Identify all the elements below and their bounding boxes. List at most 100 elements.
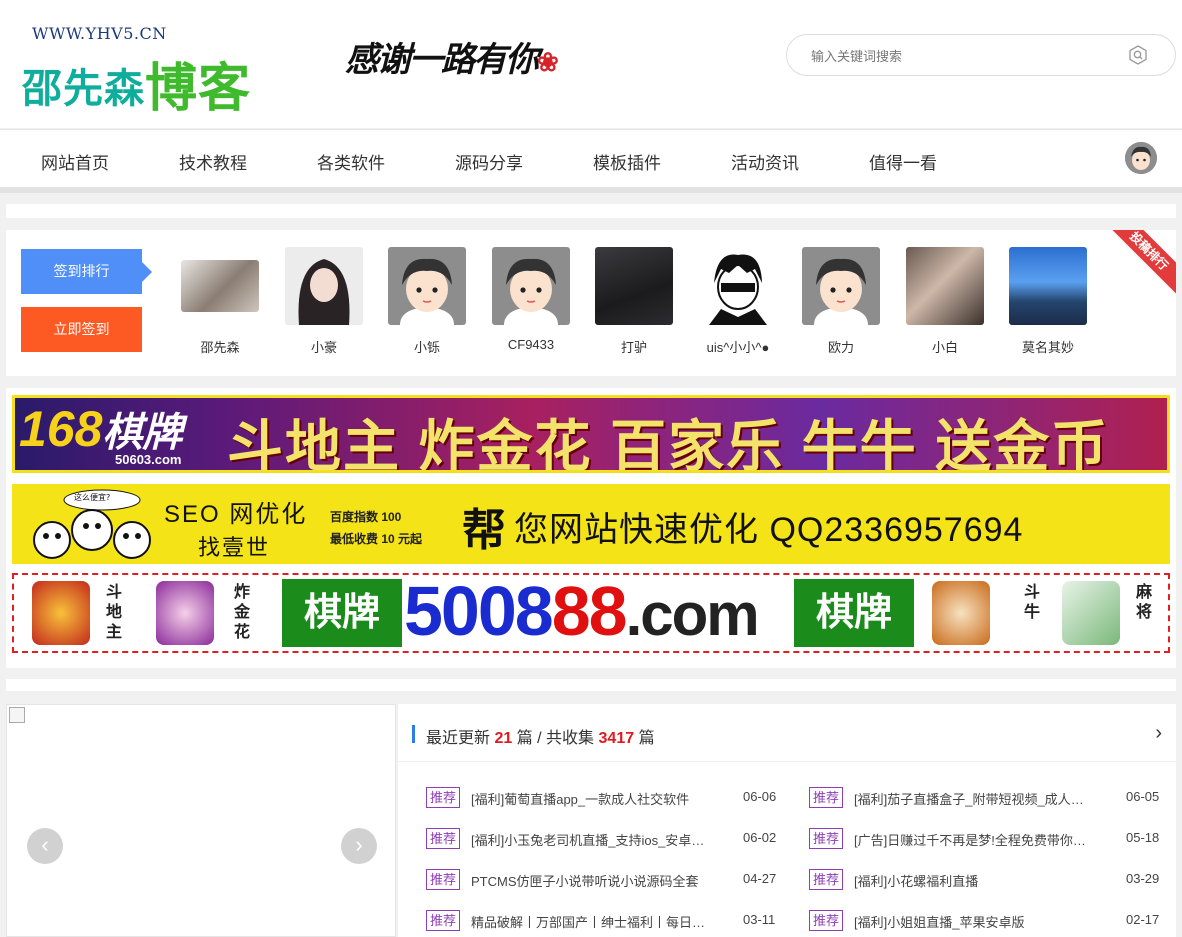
ad-banners: 168棋牌 50603.com 斗地主 炸金花 百家乐 牛牛 送金币 这么便宜?… — [6, 388, 1176, 668]
recommend-tag: 推荐 — [809, 787, 844, 808]
post-date: 06-06 — [743, 789, 777, 804]
header-slogan: 感谢一路有你❀ — [345, 32, 559, 81]
post-title[interactable]: [福利]茄子直播盒子_附带短视频_成人直播 — [854, 789, 1094, 808]
ad1-site: 50603.com — [115, 452, 182, 467]
ranked-user[interactable]: CF9433 — [492, 247, 570, 352]
post-title[interactable]: [福利]小玉兔老司机直播_支持ios_安卓双端 — [471, 830, 711, 849]
post-item[interactable]: 推荐 精品破解丨万部国产丨绅士福利丨每日更新 03-11 — [426, 910, 796, 932]
recommend-tag: 推荐 — [809, 910, 844, 931]
new-count: 21 — [494, 730, 513, 747]
niuniu-game-icon — [932, 581, 990, 645]
ad1-brand: 168棋牌 — [19, 401, 183, 457]
post-date: 05-18 — [1126, 830, 1160, 845]
recent-title: 最近更新 21 篇 / 共收集 3417 篇 — [426, 730, 655, 747]
ranked-user[interactable]: 小白 — [906, 247, 984, 356]
site-logo[interactable]: WWW.YHV5.CN 邵先森博客 — [22, 24, 302, 118]
recent-updates: 最近更新 21 篇 / 共收集 3417 篇 › 推荐 [福利]葡萄直播app_… — [398, 704, 1176, 937]
ad3-label-r2: 麻将 — [1136, 584, 1153, 621]
logo-url: WWW.YHV5.CN — [32, 24, 167, 43]
spacer-strip — [6, 679, 1176, 691]
ranked-user[interactable]: 小豪 — [285, 247, 363, 356]
post-date: 03-11 — [743, 912, 776, 927]
post-item[interactable]: 推荐 [福利]小玉兔老司机直播_支持ios_安卓双端 06-02 — [426, 828, 796, 850]
ad3-qipai-right: 棋牌 — [794, 579, 914, 647]
slider-prev-button[interactable]: ‹ — [27, 828, 63, 864]
nav-item-tutorials[interactable]: 技术教程 — [179, 149, 247, 174]
post-title[interactable]: [福利]小花螺福利直播 — [854, 871, 1094, 890]
user-photo — [181, 260, 259, 312]
logo-name: 邵先森博客 — [22, 42, 252, 118]
search-input[interactable] — [811, 46, 1111, 66]
mahjong-game-icon — [1062, 581, 1120, 645]
nav-divider — [0, 187, 1182, 193]
ad-banner-500888[interactable]: 斗地主 炸金花 棋牌 500888.com 棋牌 斗牛 麻将 — [12, 573, 1170, 653]
main-nav: 网站首页 技术教程 各类软件 源码分享 模板插件 活动资讯 值得一看 — [0, 129, 1182, 187]
recommend-tag: 推荐 — [426, 787, 461, 808]
post-item[interactable]: 推荐 PTCMS仿匣子小说带听说小说源码全套 04-27 — [426, 869, 796, 891]
nav-item-templates[interactable]: 模板插件 — [593, 149, 661, 174]
ad2-rest: 您网站快速优化 QQ2336957694 — [514, 511, 1024, 549]
ad3-domain: 500888.com — [404, 573, 760, 650]
post-item[interactable]: 推荐 [福利]小花螺福利直播 03-29 — [809, 869, 1176, 891]
post-item[interactable]: 推荐 [福利]葡萄直播app_一款成人社交软件 06-06 — [426, 787, 796, 809]
post-item[interactable]: 推荐 [福利]茄子直播盒子_附带短视频_成人直播 06-05 — [809, 787, 1176, 809]
slider-next-button[interactable]: › — [341, 828, 377, 864]
post-item[interactable]: 推荐 [广告]日赚过千不再是梦!全程免费带你赚钱 05-18 — [809, 828, 1176, 850]
section-marker — [412, 725, 415, 743]
nav-item-software[interactable]: 各类软件 — [317, 149, 385, 174]
user-name: CF9433 — [507, 337, 555, 352]
logo-name-b: 博客 — [145, 60, 252, 118]
ranked-user[interactable]: uis^小小^● — [699, 247, 777, 356]
ranked-user[interactable]: 莫名其妙 — [1009, 247, 1087, 356]
user-name: 小铄 — [413, 340, 440, 355]
post-title[interactable]: PTCMS仿匣子小说带听说小说源码全套 — [471, 871, 711, 890]
recommend-tag: 推荐 — [426, 910, 461, 931]
ranked-user[interactable]: 欧力 — [802, 247, 880, 356]
nav-item-source[interactable]: 源码分享 — [455, 149, 523, 174]
user-name: 小白 — [931, 340, 958, 355]
ad-banner-168[interactable]: 168棋牌 50603.com 斗地主 炸金花 百家乐 牛牛 送金币 — [12, 395, 1170, 473]
nav-item-worth[interactable]: 值得一看 — [869, 149, 937, 174]
post-title[interactable]: 精品破解丨万部国产丨绅士福利丨每日更新 — [471, 912, 711, 931]
meme-faces-icon: 这么便宜? — [33, 489, 151, 559]
nav-item-news[interactable]: 活动资讯 — [731, 149, 799, 174]
recent-header: 最近更新 21 篇 / 共收集 3417 篇 › — [398, 704, 1176, 762]
search-button[interactable] — [1127, 44, 1149, 66]
ad2-seo: SEO 网优化 — [164, 501, 308, 528]
post-title[interactable]: [福利]小姐姐直播_苹果安卓版 — [854, 912, 1094, 931]
user-name: 小豪 — [310, 340, 337, 355]
recommend-tag: 推荐 — [426, 828, 461, 849]
ad-banner-seo[interactable]: 这么便宜? SEO 网优化 找壹世 百度指数 100 最低收费 10 元起 帮 … — [12, 484, 1170, 564]
ranked-user[interactable]: 打驴 — [595, 247, 673, 356]
user-photo — [285, 247, 363, 325]
recommend-tag: 推荐 — [809, 828, 844, 849]
ad2-line1: 百度指数 100 — [330, 510, 402, 524]
search-icon — [1129, 45, 1147, 65]
ad1-slogan: 斗地主 炸金花 百家乐 牛牛 送金币 — [227, 415, 1110, 473]
avatar-icon — [1125, 142, 1157, 174]
post-title[interactable]: [广告]日赚过千不再是梦!全程免费带你赚钱 — [854, 830, 1094, 849]
ad3-qipai-left: 棋牌 — [282, 579, 402, 647]
post-title[interactable]: [福利]葡萄直播app_一款成人社交软件 — [471, 789, 711, 808]
ranked-user[interactable]: 邵先森 — [181, 247, 259, 356]
signin-now-button[interactable]: 立即签到 — [21, 307, 142, 352]
nav-item-home[interactable]: 网站首页 — [41, 149, 109, 174]
submission-rank-ribbon[interactable]: 投稿排行 — [1102, 230, 1176, 298]
user-photo — [1009, 247, 1087, 325]
more-arrow-icon[interactable]: › — [1155, 722, 1162, 745]
ranked-user[interactable]: 小铄 — [388, 247, 466, 356]
spacer-strip — [6, 204, 1176, 218]
logo-name-a: 邵先森 — [22, 67, 145, 111]
user-photo — [699, 247, 777, 325]
default-avatar — [492, 247, 570, 325]
post-item[interactable]: 推荐 [福利]小姐姐直播_苹果安卓版 02-17 — [809, 910, 1176, 932]
user-name: 莫名其妙 — [1021, 340, 1074, 355]
ddz-game-icon — [32, 581, 90, 645]
total-count: 3417 — [598, 730, 635, 747]
user-photo — [595, 247, 673, 325]
post-date: 06-05 — [1126, 789, 1160, 804]
svg-text:这么便宜?: 这么便宜? — [74, 492, 110, 502]
user-avatar[interactable] — [1125, 142, 1157, 174]
signin-rank-button[interactable]: 签到排行 — [21, 249, 152, 294]
ad2-finder: 找壹世 — [198, 535, 271, 560]
